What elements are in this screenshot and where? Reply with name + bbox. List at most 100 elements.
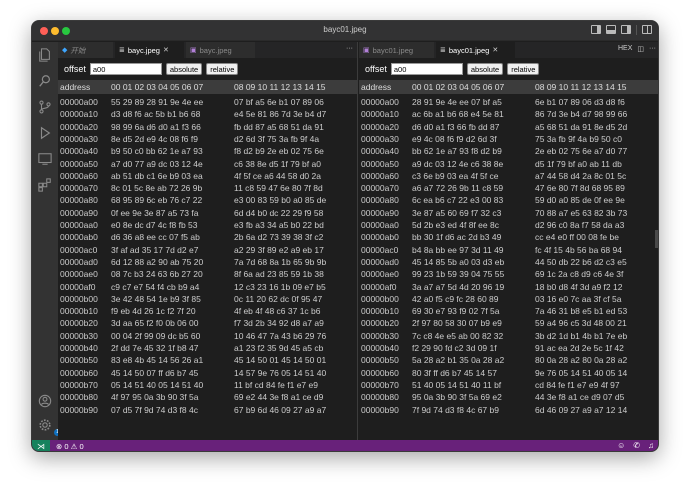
address-cell[interactable]: 00000a30 <box>60 134 98 144</box>
hex-row[interactable]: 00000a90 3e 87 a5 60 69 f7 32 c3 70 88 a7 … <box>359 208 658 220</box>
bytes-0-7-cell[interactable]: d6 36 a8 ee cc 07 f5 ab <box>111 232 200 242</box>
copilot-icon[interactable]: ☺ <box>617 441 625 450</box>
address-cell[interactable]: 00000b50 <box>361 355 399 365</box>
bytes-0-7-cell[interactable]: 45 14 50 07 ff d6 b7 45 <box>111 368 198 378</box>
bytes-8-15-cell[interactable]: 59 a4 96 c5 3d 48 00 21 <box>535 318 627 328</box>
address-cell[interactable]: 00000a50 <box>60 159 98 169</box>
address-cell[interactable]: 00000b90 <box>361 405 399 415</box>
bytes-0-7-cell[interactable]: b4 8a bb ee 97 3d 11 49 <box>412 245 504 255</box>
bytes-8-15-cell[interactable]: 9e 76 05 14 51 40 05 14 <box>535 368 627 378</box>
address-cell[interactable]: 00000a80 <box>60 195 98 205</box>
notifications-bell-icon[interactable]: ♫ <box>648 441 654 450</box>
address-cell[interactable]: 00000ad0 <box>60 257 98 267</box>
bytes-8-15-cell[interactable]: 45 14 50 01 45 14 50 01 <box>234 355 326 365</box>
bytes-0-7-cell[interactable]: 05 14 51 40 05 14 51 40 <box>111 380 203 390</box>
hex-row[interactable]: 00000b10 69 30 e7 93 f9 02 7f 5a 7a 46 31 … <box>359 306 658 318</box>
address-cell[interactable]: 00000b10 <box>361 306 399 316</box>
bytes-0-7-cell[interactable]: 3f af ad 35 17 7d d2 e7 <box>111 245 198 255</box>
address-cell[interactable]: 00000a10 <box>60 109 98 119</box>
bytes-8-15-cell[interactable]: d2 6d 3f 75 3a fb 9f 4a <box>234 134 319 144</box>
bytes-8-15-cell[interactable]: 6d 46 09 27 a9 a7 12 14 <box>535 405 627 415</box>
bytes-0-7-cell[interactable]: 0f ee 9e 3e 87 a5 73 fa <box>111 208 198 218</box>
address-cell[interactable]: 00000b30 <box>361 331 399 341</box>
bytes-8-15-cell[interactable]: e3 00 83 59 b0 a0 85 de <box>234 195 326 205</box>
bytes-8-15-cell[interactable]: 7a 46 31 b8 e5 b1 ed 53 <box>535 306 627 316</box>
hex-row[interactable]: 00000a70 a6 a7 72 26 9b 11 c8 59 47 6e 80 … <box>359 183 658 195</box>
address-cell[interactable]: 00000a70 <box>361 183 399 193</box>
tab-bayc01-image[interactable]: ▣ bayc01.jpeg <box>359 42 435 58</box>
bytes-0-7-cell[interactable]: 8e d5 2d e9 4c 08 f6 f9 <box>111 134 198 144</box>
bytes-0-7-cell[interactable]: e0 8e dc d7 4c f8 fb 53 <box>111 220 197 230</box>
bytes-8-15-cell[interactable]: e3 fb a3 34 a5 b0 22 bd <box>234 220 324 230</box>
hex-row[interactable]: 00000b80 95 0a 3b 90 3f 5a 69 e2 44 3e f8 … <box>359 392 658 404</box>
bytes-8-15-cell[interactable]: d2 96 c0 8a f7 58 da a3 <box>535 220 624 230</box>
hex-row[interactable]: 00000b60 45 14 50 07 ff d6 b7 45 14 57 9e … <box>58 368 357 380</box>
address-cell[interactable]: 00000a60 <box>361 171 399 181</box>
hex-row[interactable]: 00000a60 ab 51 db c1 6e b9 03 ea 4f 5f ce … <box>58 171 357 183</box>
address-cell[interactable]: 00000ad0 <box>361 257 399 267</box>
address-cell[interactable]: 00000aa0 <box>60 220 98 230</box>
hex-row[interactable]: 00000a20 d6 d0 a1 f3 66 fb dd 87 a5 68 51 … <box>359 122 658 134</box>
address-cell[interactable]: 00000ae0 <box>60 269 98 279</box>
hex-row[interactable]: 00000a50 a7 d0 77 a9 dc 03 12 4e c6 38 8e … <box>58 159 357 171</box>
bytes-8-15-cell[interactable]: a5 68 51 da 91 8e d5 2d <box>535 122 627 132</box>
address-cell[interactable]: 00000aa0 <box>361 220 399 230</box>
address-cell[interactable]: 00000b70 <box>60 380 98 390</box>
bytes-0-7-cell[interactable]: 45 14 85 5b a0 03 d3 eb <box>412 257 504 267</box>
bytes-8-15-cell[interactable]: 75 3a fb 9f 4a b9 50 c0 <box>535 134 622 144</box>
hex-row[interactable]: 00000b20 2f 97 80 58 30 07 b9 e9 59 a4 96 … <box>359 318 658 330</box>
bytes-0-7-cell[interactable]: ac 6b a1 b6 68 e4 5e 81 <box>412 109 504 119</box>
source-control-icon[interactable] <box>38 100 52 114</box>
hex-row[interactable]: 00000aa0 e0 8e dc d7 4c f8 fb 53 e3 fb a3 … <box>58 220 357 232</box>
offset-input[interactable] <box>89 63 162 75</box>
absolute-button[interactable]: absolute <box>165 63 203 75</box>
address-cell[interactable]: 00000b00 <box>361 294 399 304</box>
bytes-0-7-cell[interactable]: a9 dc 03 12 4e c6 38 8e <box>412 159 503 169</box>
hex-row[interactable]: 00000a80 6c ea b6 c7 22 e3 00 83 59 d0 a0 … <box>359 195 658 207</box>
bytes-0-7-cell[interactable]: 3d aa 65 f2 f0 0b 06 00 <box>111 318 198 328</box>
extensions-icon[interactable] <box>38 178 52 192</box>
hex-mode-button[interactable]: HEX <box>618 45 632 53</box>
address-cell[interactable]: 00000a50 <box>361 159 399 169</box>
more-actions-icon[interactable]: ··· <box>649 45 656 53</box>
hex-row[interactable]: 00000b90 07 d5 7f 9d 74 d3 f8 4c 67 b9 6d … <box>58 405 357 417</box>
hex-row[interactable]: 00000b80 4f 97 95 0a 3b 90 3f 5a 69 e2 44 … <box>58 392 357 404</box>
address-cell[interactable]: 00000a40 <box>361 146 399 156</box>
address-cell[interactable]: 00000b20 <box>361 318 399 328</box>
hex-row[interactable]: 00000b70 05 14 51 40 05 14 51 40 11 bf cd … <box>58 380 357 392</box>
address-cell[interactable]: 00000ab0 <box>361 232 399 242</box>
bytes-8-15-cell[interactable]: f8 d2 b9 2e eb 02 75 6e <box>234 146 324 156</box>
address-cell[interactable]: 00000a00 <box>361 97 399 107</box>
tab-bayc-image[interactable]: ▣ bayc.jpeg <box>186 42 256 58</box>
bytes-8-15-cell[interactable]: cd 84 fe f1 e7 e9 4f 97 <box>535 380 620 390</box>
tab-bayc01-hex[interactable]: ≣ bayc01.jpeg ✕ <box>436 42 516 58</box>
bytes-8-15-cell[interactable]: 2b 6a d2 73 39 38 3f c2 <box>234 232 323 242</box>
hex-row[interactable]: 00000af0 3a a7 a7 5d 4d 20 96 19 18 b0 d8 … <box>359 282 658 294</box>
hex-row[interactable]: 00000b00 3e 42 48 54 1e b9 3f 85 0c 11 20 … <box>58 294 357 306</box>
hex-row[interactable]: 00000b70 51 40 05 14 51 40 11 bf cd 84 fe … <box>359 380 658 392</box>
hex-row[interactable]: 00000ab0 bb 30 1f d6 ac 2d b3 49 cc e4 e0 … <box>359 232 658 244</box>
address-cell[interactable]: 00000a90 <box>361 208 399 218</box>
toggle-primary-sidebar-icon[interactable] <box>591 25 601 34</box>
bytes-0-7-cell[interactable]: 28 91 9e 4e ee 07 bf a5 <box>412 97 502 107</box>
address-cell[interactable]: 00000b80 <box>361 392 399 402</box>
hex-row[interactable]: 00000b60 80 3f ff d6 b7 45 14 57 9e 76 05 … <box>359 368 658 380</box>
bytes-0-7-cell[interactable]: 7f 9d 74 d3 f8 4c 67 b9 <box>412 405 499 415</box>
split-editor-icon[interactable]: ◫ <box>637 45 644 53</box>
relative-button[interactable]: relative <box>206 63 239 75</box>
hex-row[interactable]: 00000a70 8c 01 5c 8e ab 72 26 9b 11 c8 59 … <box>58 183 357 195</box>
bytes-0-7-cell[interactable]: 3a a7 a7 5d 4d 20 96 19 <box>412 282 504 292</box>
bytes-8-15-cell[interactable]: e4 5e 81 86 7d 3e b4 d7 <box>234 109 326 119</box>
address-cell[interactable]: 00000a00 <box>60 97 98 107</box>
bytes-8-15-cell[interactable]: 0c 11 20 62 dc 0f 95 47 <box>234 294 322 304</box>
feedback-icon[interactable]: ✆ <box>633 441 640 450</box>
bytes-0-7-cell[interactable]: 6d 12 88 a2 90 ab 75 20 <box>111 257 203 267</box>
bytes-8-15-cell[interactable]: 10 46 47 7a 43 b6 29 76 <box>234 331 326 341</box>
tab-welcome[interactable]: ◆ 开始 <box>58 42 114 58</box>
bytes-8-15-cell[interactable]: 69 1c 2a c8 d9 c6 4e 3f <box>535 269 623 279</box>
problems-indicator[interactable]: ⊗ 0 ⚠ 0 <box>56 442 84 451</box>
bytes-0-7-cell[interactable]: a7 d0 77 a9 dc 03 12 4e <box>111 159 203 169</box>
hex-row[interactable]: 00000b40 2f dd 7e 45 32 1f b8 47 a1 23 f2 … <box>58 343 357 355</box>
hex-row[interactable]: 00000a40 bb 62 1e a7 93 f8 d2 b9 2e eb 02 … <box>359 146 658 158</box>
bytes-0-7-cell[interactable]: 3e 42 48 54 1e b9 3f 85 <box>111 294 201 304</box>
